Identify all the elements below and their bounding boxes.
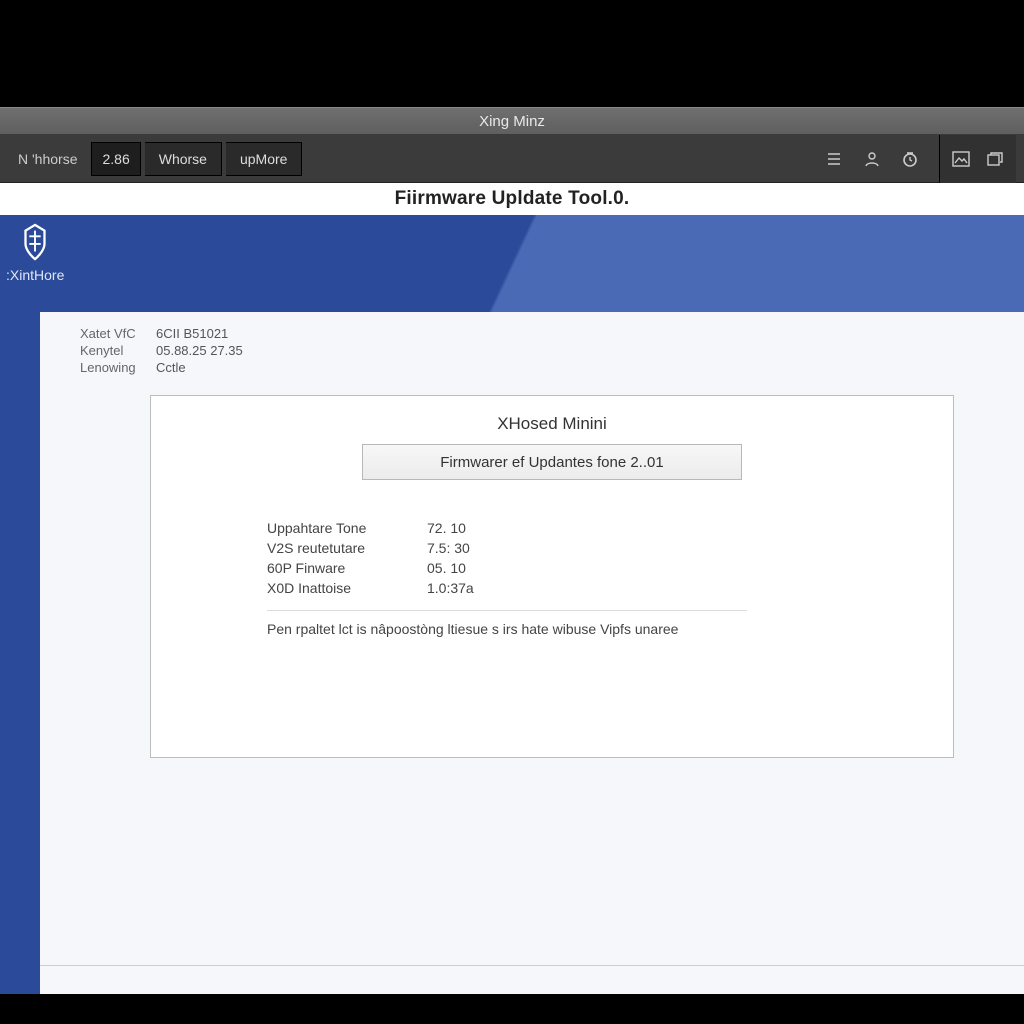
info-val-0: 6CII B51021 [156, 326, 316, 341]
clock-icon[interactable] [893, 142, 927, 176]
update-panel: XHosed Minini Firmwarer ef Updantes fone… [150, 395, 954, 758]
page-title: Fiirmware Upldate Tool.0. [395, 188, 630, 210]
main-body: Xatet VfC 6CII B51021 Kenytel 05.88.25 2… [0, 312, 1024, 994]
version-badge: 2.86 [91, 142, 140, 176]
version-list: Uppahtare Tone 72. 10 V2S reutetutare 7.… [267, 520, 927, 596]
ver-val-1: 7.5: 30 [427, 540, 547, 556]
ver-key-0: Uppahtare Tone [267, 520, 427, 536]
ver-key-2: 60P Finware [267, 560, 427, 576]
device-info: Xatet VfC 6CII B51021 Kenytel 05.88.25 2… [80, 326, 974, 375]
divider [267, 610, 747, 611]
black-border-bottom [0, 994, 1024, 1024]
ver-val-2: 05. 10 [427, 560, 547, 576]
brand-logo-icon [16, 223, 54, 261]
ver-key-3: X0D Inattoise [267, 580, 427, 596]
page-title-bar: Fiirmware Upldate Tool.0. [0, 183, 1024, 215]
info-key-2: Lenowing [80, 360, 156, 375]
firmware-update-button-label: Firmwarer ef Updantes fone 2..01 [440, 454, 663, 471]
window-titlebar: Xing Minz [0, 107, 1024, 135]
app-logo-text: N 'hhorse [8, 142, 87, 176]
window-title: Xing Minz [479, 113, 545, 130]
brand-banner: :XintHore [0, 215, 1024, 312]
brand-block: :XintHore [6, 223, 64, 283]
panel-title: XHosed Minini [177, 414, 927, 434]
tab-upmore-label: upMore [240, 151, 287, 167]
status-note: Pen rpaltet lct is nâpoostòng ltiesue s … [267, 621, 927, 637]
black-border-top [0, 0, 1024, 107]
brand-name: :XintHore [6, 267, 64, 283]
user-icon[interactable] [855, 142, 889, 176]
ver-val-3: 1.0:37a [427, 580, 547, 596]
info-val-1: 05.88.25 27.35 [156, 343, 316, 358]
toolbar: N 'hhorse 2.86 Whorse upMore [0, 135, 1024, 183]
restore-icon[interactable] [978, 142, 1012, 176]
info-key-1: Kenytel [80, 343, 156, 358]
window-controls [939, 135, 1016, 183]
ver-key-1: V2S reutetutare [267, 540, 427, 556]
tab-upmore[interactable]: upMore [226, 142, 302, 176]
menu-icon[interactable] [817, 142, 851, 176]
tab-whorse[interactable]: Whorse [145, 142, 222, 176]
image-icon[interactable] [944, 142, 978, 176]
ver-val-0: 72. 10 [427, 520, 547, 536]
info-val-2: Cctle [156, 360, 316, 375]
firmware-update-button[interactable]: Firmwarer ef Updantes fone 2..01 [362, 444, 742, 480]
footer-divider [40, 965, 1024, 966]
tab-whorse-label: Whorse [159, 151, 207, 167]
info-key-0: Xatet VfC [80, 326, 156, 341]
